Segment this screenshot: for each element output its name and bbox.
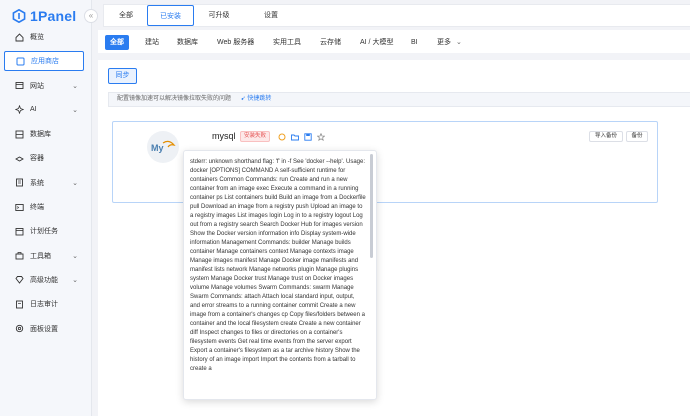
sidebar-collapse-button[interactable]: «	[84, 9, 98, 23]
container-icon	[14, 153, 24, 163]
sidebar-item-label: 应用商店	[31, 58, 59, 66]
category-more-dropdown[interactable]: 更多 ⌄	[437, 35, 462, 50]
chevron-down-icon: ⌄	[72, 179, 78, 187]
category-utilities[interactable]: 实用工具	[273, 35, 301, 50]
tab-settings[interactable]: 设置	[256, 5, 286, 26]
sidebar-item-label: 日志审计	[30, 301, 58, 309]
sync-icon[interactable]	[277, 132, 286, 141]
sync-button[interactable]: 同步	[108, 68, 137, 84]
sidebar-item-label: 容器	[30, 155, 44, 163]
category-cloud-storage[interactable]: 云存储	[320, 35, 341, 50]
chevron-down-icon: ⌄	[72, 106, 78, 114]
quick-jump-label: 快捷跳转	[247, 96, 272, 102]
tab-all[interactable]: 全部	[107, 5, 145, 26]
status-badge[interactable]: 安装失败	[240, 131, 271, 142]
tab-upgradable[interactable]: 可升级	[202, 5, 236, 26]
settings-icon	[14, 324, 24, 334]
category-database[interactable]: 数据库	[177, 35, 198, 50]
category-ai[interactable]: AI / 大模型	[360, 35, 393, 50]
sidebar-item-terminal[interactable]: 终端	[4, 197, 84, 217]
sidebar-item-diamond[interactable]: 高级功能 ⌄	[4, 270, 84, 290]
category-website[interactable]: 建站	[145, 35, 159, 50]
dolphin-icon: My	[151, 140, 176, 153]
sidebar-item-home[interactable]: 概览	[4, 27, 84, 47]
sidebar-item-ai[interactable]: AI ⌄	[4, 100, 84, 120]
sidebar-item-log[interactable]: 日志审计	[4, 294, 84, 314]
mirror-notice: 配置镜像加速可以解决镜像拉取失败的问题 ➹ 快捷跳转	[108, 92, 690, 107]
category-filter-bar: 全部 建站 数据库 Web 服务器 实用工具 云存储 AI / 大模型 BI 更…	[98, 30, 690, 53]
sidebar-item-label: 工具箱	[30, 252, 51, 260]
sidebar-item-database[interactable]: 数据库	[4, 124, 84, 144]
system-icon	[14, 178, 24, 188]
brand-name: 1Panel	[30, 8, 77, 24]
logo-hexagon-icon	[12, 9, 26, 23]
category-all[interactable]: 全部	[105, 35, 129, 50]
app-root: 1Panel « 概览 应用商店 网站 ⌄ AI ⌄ 数据库 容器 系统 ⌄ 终端 计划任务 工具箱 ⌄ 高…	[0, 0, 690, 416]
diamond-icon	[14, 275, 24, 285]
home-icon	[14, 32, 24, 42]
folder-icon[interactable]	[290, 132, 299, 141]
globe-icon	[14, 81, 24, 91]
store-icon	[15, 56, 25, 66]
sidebar-item-label: 面板设置	[30, 325, 58, 333]
quick-jump-link[interactable]: ➹ 快捷跳转	[241, 96, 272, 102]
mysql-logo-icon: My	[147, 131, 179, 163]
sidebar-item-label: 网站	[30, 82, 44, 90]
sidebar-item-label: 数据库	[30, 131, 51, 139]
svg-text:My: My	[151, 143, 164, 153]
sidebar-item-container[interactable]: 容器	[4, 148, 84, 168]
sidebar-item-label: 高级功能	[30, 276, 58, 284]
sidebar-item-store[interactable]: 应用商店	[4, 51, 84, 72]
star-icon[interactable]	[316, 132, 325, 141]
brand-logo[interactable]: 1Panel	[12, 7, 76, 25]
sidebar-item-toolbox[interactable]: 工具箱 ⌄	[4, 246, 84, 266]
terminal-icon	[14, 202, 24, 212]
database-icon	[14, 129, 24, 139]
category-bi[interactable]: BI	[411, 35, 418, 50]
sidebar-item-label: 终端	[30, 204, 44, 212]
chevron-down-icon: ⌄	[72, 82, 78, 90]
sidebar: 1Panel « 概览 应用商店 网站 ⌄ AI ⌄ 数据库 容器 系统 ⌄ 终端 计划任务 工具箱 ⌄ 高…	[0, 0, 98, 416]
sidebar-item-label: 计划任务	[30, 228, 58, 236]
app-name: mysql	[212, 131, 236, 141]
sidebar-item-label: AI	[30, 106, 37, 114]
mirror-notice-text: 配置镜像加速可以解决镜像拉取失败的问题	[117, 96, 232, 102]
category-more-label: 更多	[437, 39, 451, 46]
sidebar-item-label: 系统	[30, 179, 44, 187]
sidebar-menu: 概览应用商店网站 ⌄ AI ⌄ 数据库容器系统 ⌄ 终端计划任务工具箱 ⌄ 高级功能 ⌄ 日志审计面…	[4, 27, 84, 343]
sidebar-item-calendar[interactable]: 计划任务	[4, 221, 84, 241]
log-icon	[14, 299, 24, 309]
category-web-server[interactable]: Web 服务器	[217, 35, 254, 50]
send-icon: ➹	[240, 96, 246, 102]
ai-icon	[14, 105, 24, 115]
import-backup-button[interactable]: 导入备份	[589, 131, 623, 142]
error-message-text: stderr: unknown shorthand flag: 'f' in -…	[190, 159, 366, 372]
toolbox-icon	[14, 251, 24, 261]
sidebar-item-system[interactable]: 系统 ⌄	[4, 173, 84, 193]
sidebar-item-settings[interactable]: 面板设置	[4, 319, 84, 339]
top-tab-bar: 全部 已安装 可升级 设置	[103, 4, 690, 27]
calendar-icon	[14, 226, 24, 236]
sidebar-item-globe[interactable]: 网站 ⌄	[4, 76, 84, 96]
error-tooltip: stderr: unknown shorthand flag: 'f' in -…	[183, 150, 377, 400]
chevron-down-icon: ⌄	[455, 39, 462, 46]
tab-installed[interactable]: 已安装	[147, 5, 194, 26]
tooltip-scrollbar[interactable]	[370, 154, 373, 258]
chevron-down-icon: ⌄	[72, 276, 78, 284]
backup-button[interactable]: 备份	[626, 131, 648, 142]
sidebar-item-label: 概览	[30, 34, 44, 41]
save-icon[interactable]	[303, 132, 312, 141]
chevron-down-icon: ⌄	[72, 252, 78, 260]
